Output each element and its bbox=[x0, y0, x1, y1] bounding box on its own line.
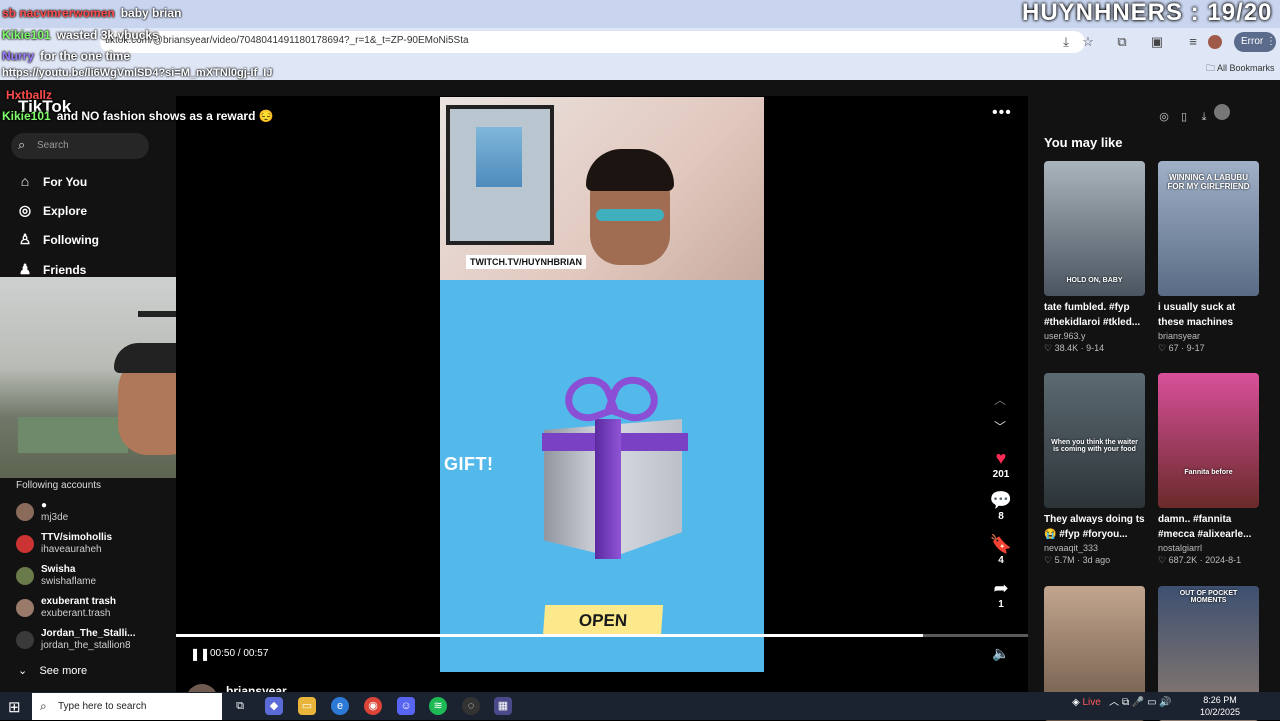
playback-time: 00:50 / 00:57 bbox=[210, 648, 269, 659]
more-options-icon[interactable]: ••• bbox=[992, 104, 1012, 122]
profile-icon[interactable] bbox=[1214, 104, 1230, 120]
copilot-icon[interactable]: ◆ bbox=[265, 697, 283, 715]
following-icon: ♙ bbox=[18, 231, 32, 247]
all-bookmarks-button[interactable]: 🗀 All Bookmarks bbox=[1206, 61, 1275, 77]
search-icon: ⌕ bbox=[18, 137, 26, 152]
avatar bbox=[16, 567, 34, 585]
thumbnail: When you think the waiter is coming with… bbox=[1044, 373, 1145, 508]
stream-link: https://youtu.be/li6WgVmlSD4?si=M_mXTNl0… bbox=[2, 67, 273, 79]
video-webcam-section: TWITCH.TV/HUYNHBRIAN bbox=[440, 97, 764, 280]
person-hair bbox=[586, 149, 674, 191]
discord-icon[interactable]: ☺ bbox=[397, 697, 415, 715]
like-button[interactable]: ♥ 201 bbox=[985, 448, 1017, 480]
avatar bbox=[16, 599, 34, 617]
video-frame[interactable]: TWITCH.TV/HUYNHBRIAN GIFT! OPEN bbox=[440, 97, 764, 672]
search-icon: ⌕ bbox=[40, 699, 47, 713]
taskbar-search[interactable]: ⌕ Type here to search bbox=[32, 693, 222, 720]
app-icon[interactable]: ▦ bbox=[494, 697, 512, 715]
following-accounts-title: Following accounts bbox=[16, 480, 102, 491]
nav-for-you[interactable]: ⌂ For You bbox=[16, 173, 87, 193]
thumbnail: HOLD ON, BABY bbox=[1044, 161, 1145, 296]
chrome-icon[interactable]: ◉ bbox=[364, 697, 382, 715]
gift-label: GIFT! bbox=[444, 454, 494, 474]
progress-bar[interactable] bbox=[176, 634, 1028, 637]
extensions-icon[interactable]: ⧉ bbox=[1114, 34, 1130, 50]
nav-following[interactable]: ♙ Following bbox=[16, 231, 99, 251]
previous-video-icon[interactable]: ︿ bbox=[994, 391, 1006, 408]
pause-icon[interactable]: ❚❚ bbox=[190, 647, 210, 661]
url-text: tiktok.com/@briansyear/video/70480414911… bbox=[105, 35, 469, 46]
media-icon[interactable]: ≡ bbox=[1185, 34, 1201, 50]
home-icon: ⌂ bbox=[20, 173, 30, 189]
recommendation-card[interactable]: HOLD ON, BABY tate fumbled. #fyp #thekid… bbox=[1044, 161, 1145, 354]
recommendation-card[interactable]: Fannita before damn.. #fannita #mecca #a… bbox=[1158, 373, 1259, 566]
shield-icon: ◈ bbox=[1072, 697, 1080, 708]
share-button[interactable]: ➦ 1 bbox=[985, 578, 1017, 610]
chat-message: sb nacvmrerwomen baby brian bbox=[2, 6, 182, 20]
file-explorer-icon[interactable]: ▭ bbox=[298, 697, 316, 715]
thumbnail: Fannita before bbox=[1158, 373, 1259, 508]
volume-icon[interactable]: 🔈 bbox=[992, 645, 1009, 662]
top-tools: ◎ ▯ ⤓ bbox=[1154, 104, 1250, 124]
address-bar[interactable]: tiktok.com/@briansyear/video/70480414911… bbox=[100, 31, 1085, 53]
heart-icon: ♥ bbox=[995, 448, 1007, 468]
chevron-down-icon: ⌄ bbox=[18, 665, 28, 677]
gift-ribbon bbox=[595, 419, 621, 559]
progress-fill bbox=[176, 634, 924, 637]
room-bed bbox=[18, 417, 128, 453]
open-label: OPEN bbox=[542, 605, 664, 637]
recommendation-card[interactable]: When you think the waiter is coming with… bbox=[1044, 373, 1145, 566]
person-glasses bbox=[596, 209, 664, 221]
thumbnail: WINNING A LABUBU FOR MY GIRLFRIEND bbox=[1158, 161, 1259, 296]
share-icon: ➦ bbox=[993, 578, 1009, 598]
download-icon[interactable]: ⤓ bbox=[1194, 111, 1214, 124]
avatar bbox=[16, 631, 34, 649]
next-video-icon[interactable]: ﹀ bbox=[994, 418, 1006, 435]
comment-button[interactable]: 💬 8 bbox=[985, 490, 1017, 522]
device-icon[interactable]: ▯ bbox=[1174, 110, 1194, 123]
clock[interactable]: 8:26 PM 10/2/2025 bbox=[1200, 694, 1240, 718]
chat-message: Kikie101 wasted 3k vbucks bbox=[2, 28, 159, 42]
chat-message: Nurry for the one time bbox=[2, 49, 131, 63]
coins-icon[interactable]: ◎ bbox=[1154, 110, 1174, 123]
search-input[interactable]: ⌕ Search bbox=[11, 133, 149, 159]
bookmark-button[interactable]: 🔖 4 bbox=[985, 534, 1017, 566]
compass-icon: ◎ bbox=[18, 202, 32, 218]
bookmark-star-icon[interactable]: ☆ bbox=[1080, 34, 1096, 50]
obs-icon[interactable]: ◌ bbox=[462, 697, 480, 715]
sidepanel-icon[interactable]: ▣ bbox=[1149, 34, 1165, 50]
bookmark-icon: 🔖 bbox=[989, 534, 1013, 554]
see-more-button[interactable]: ⌄ See more bbox=[18, 664, 87, 677]
error-button[interactable]: Error ⋮ bbox=[1234, 32, 1276, 52]
task-view-icon[interactable]: ⧉ bbox=[231, 697, 249, 715]
wall-picture-frame bbox=[446, 105, 554, 245]
avatar bbox=[16, 503, 34, 521]
recommendation-card[interactable]: WINNING A LABUBU FOR MY GIRLFRIEND i usu… bbox=[1158, 161, 1259, 354]
install-app-icon[interactable]: ⤓ bbox=[1058, 34, 1074, 50]
system-tray[interactable]: ◈ Live ︿ ⧉ 🎤 ▭ 🔊 bbox=[1072, 693, 1172, 708]
friends-icon: ♟ bbox=[18, 261, 32, 277]
nav-explore[interactable]: ◎ Explore bbox=[16, 202, 87, 222]
spotify-icon[interactable]: ≋ bbox=[429, 697, 447, 715]
you-may-like-title: You may like bbox=[1044, 135, 1123, 150]
huynhners-counter: HUYNHNERS : 19/20 bbox=[1022, 0, 1273, 26]
twitch-tag: TWITCH.TV/HUYNHBRIAN bbox=[466, 255, 586, 269]
avatar bbox=[16, 535, 34, 553]
chat-message: Kikie101 and NO fashion shows as a reward… bbox=[2, 109, 274, 123]
windows-start-icon[interactable]: ⊞ bbox=[8, 698, 21, 716]
profile-avatar[interactable] bbox=[1208, 35, 1222, 49]
comment-icon: 💬 bbox=[989, 490, 1013, 510]
edge-icon[interactable]: e bbox=[331, 697, 349, 715]
